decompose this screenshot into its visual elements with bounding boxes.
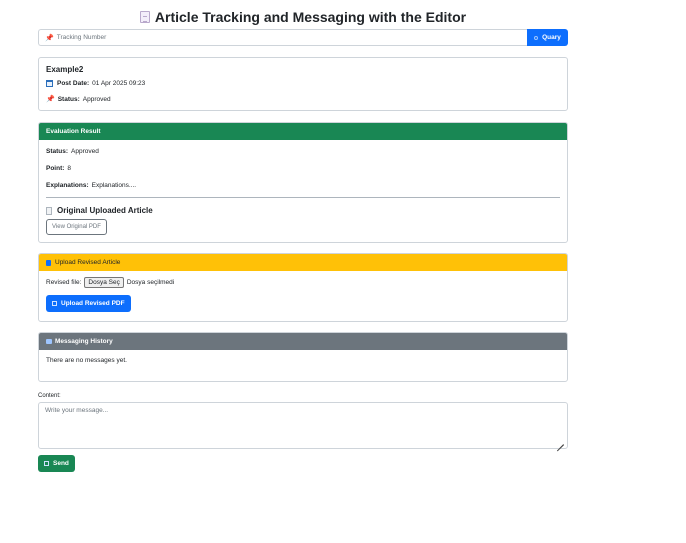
revised-file-label: Revised file:	[46, 279, 82, 286]
calendar-icon	[46, 80, 53, 87]
send-button-label: Send	[53, 460, 69, 467]
evaluation-explanations-label: Explanations:	[46, 182, 89, 189]
original-article-title-text: Original Uploaded Article	[57, 206, 153, 215]
upload-revised-pdf-button[interactable]: Upload Revised PDF	[46, 295, 131, 312]
revised-file-row: Revised file: Dosya Seç Dosya seçilmedi	[46, 277, 560, 288]
tracking-number-placeholder: Tracking Number	[56, 34, 107, 41]
choose-file-button[interactable]: Dosya Seç	[84, 277, 124, 288]
evaluation-header: Evaluation Result	[39, 123, 567, 140]
view-original-pdf-button[interactable]: View Original PDF	[46, 219, 107, 235]
query-button-label: Quary	[542, 34, 561, 41]
upload-icon	[52, 301, 57, 306]
article-status-value: Approved	[82, 95, 111, 103]
messaging-history-card: Messaging History There are no messages …	[38, 332, 568, 382]
download-icon	[46, 259, 51, 266]
upload-header-text: Upload Revised Article	[55, 259, 121, 266]
evaluation-explanations-value: Explanations....	[91, 182, 137, 189]
messages-empty-text: There are no messages yet.	[46, 357, 127, 364]
page-title: Article Tracking and Messaging with the …	[38, 9, 568, 25]
evaluation-point-value: 8	[67, 165, 72, 172]
send-button[interactable]: Send	[38, 455, 75, 472]
evaluation-status-value: Approved	[71, 148, 99, 155]
pushpin-icon: 📌	[45, 34, 54, 42]
upload-header: Upload Revised Article	[39, 254, 567, 271]
tracking-number-input[interactable]: 📌 Tracking Number	[38, 29, 527, 46]
divider	[46, 197, 560, 198]
messaging-header-text: Messaging History	[55, 338, 113, 345]
evaluation-explanations-line: Explanations: Explanations....	[46, 182, 560, 189]
document-icon	[139, 11, 150, 23]
post-date-value: 01 Apr 2025 09:23	[92, 80, 146, 87]
evaluation-status-line: Status: Approved	[46, 148, 560, 155]
tracking-search-bar: 📌 Tracking Number Quary	[38, 29, 568, 46]
query-button[interactable]: Quary	[527, 29, 568, 46]
message-placeholder: Write your message...	[45, 407, 109, 414]
messaging-header: Messaging History	[39, 333, 567, 350]
article-status-line: 📌 Status: Approved	[46, 95, 560, 104]
evaluation-status-label: Status:	[46, 148, 69, 155]
article-name: Example2	[46, 65, 84, 74]
pushpin-icon: 📌	[46, 96, 55, 103]
page-icon	[46, 206, 52, 215]
article-status-label: Status:	[57, 95, 80, 103]
evaluation-point-line: Point: 8	[46, 165, 560, 172]
content-label: Content:	[38, 393, 61, 399]
upload-button-label: Upload Revised PDF	[61, 300, 125, 307]
post-date-label: Post Date:	[57, 80, 90, 87]
chat-icon	[46, 339, 52, 344]
page-title-text: Article Tracking and Messaging with the …	[154, 9, 467, 25]
send-icon	[44, 461, 49, 466]
post-date-line: Post Date: 01 Apr 2025 09:23	[46, 80, 560, 87]
message-textarea[interactable]: Write your message...	[38, 402, 568, 449]
evaluation-point-label: Point:	[46, 165, 65, 172]
search-icon	[534, 35, 539, 40]
upload-revised-card: Upload Revised Article Revised file: Dos…	[38, 253, 568, 322]
article-info-card: Example2 Post Date: 01 Apr 2025 09:23 📌 …	[38, 57, 568, 111]
evaluation-result-card: Evaluation Result Status: Approved Point…	[38, 122, 568, 243]
resize-handle-icon[interactable]	[557, 438, 564, 445]
no-file-chosen-text: Dosya seçilmedi	[126, 279, 175, 286]
original-article-title: Original Uploaded Article	[46, 206, 560, 215]
